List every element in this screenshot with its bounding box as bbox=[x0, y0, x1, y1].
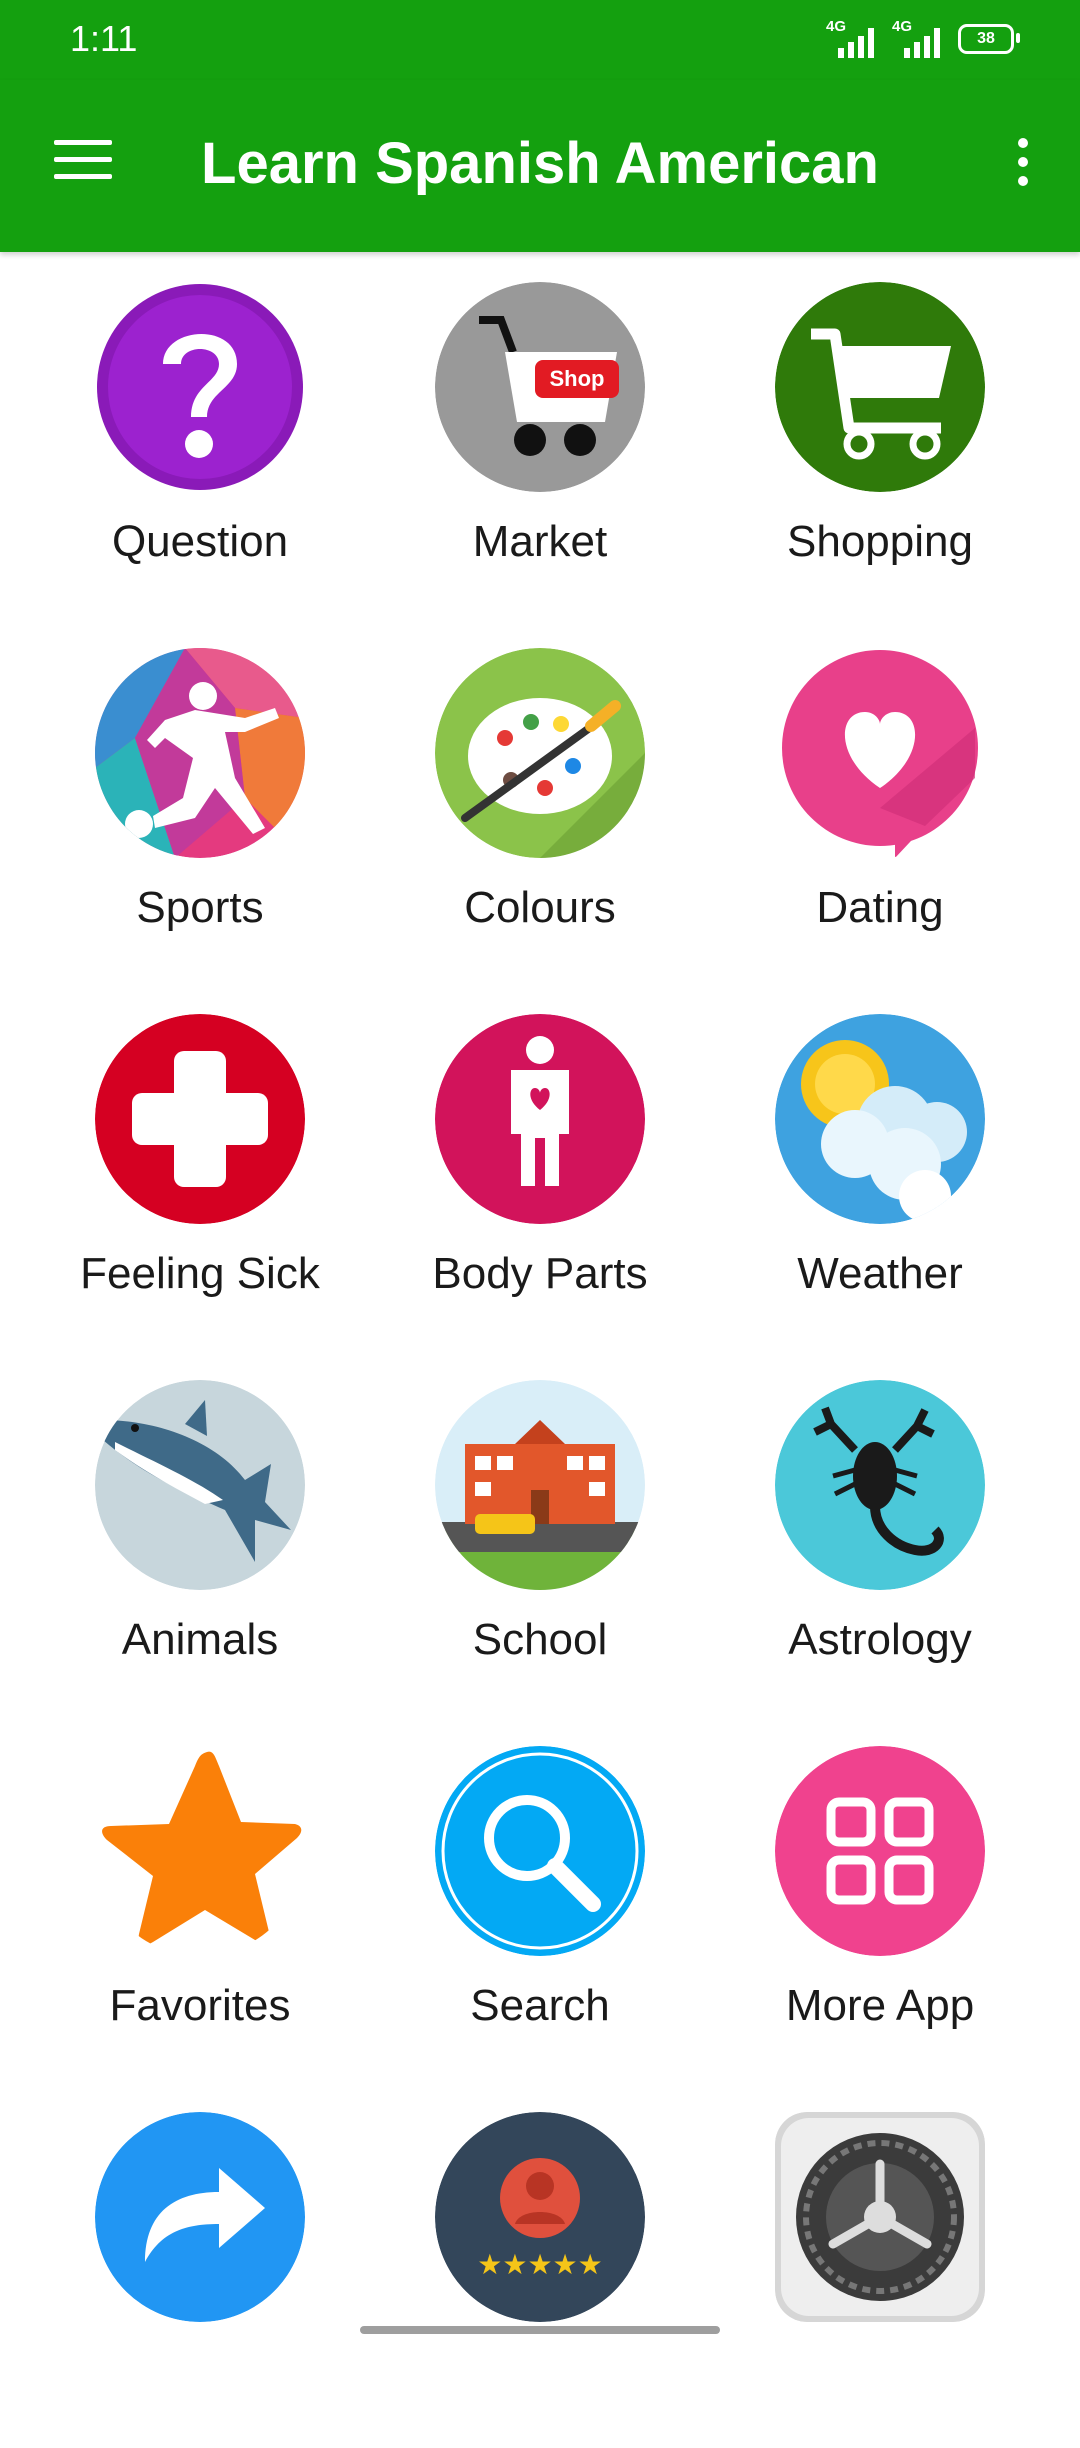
grid-apps-icon bbox=[775, 1746, 985, 1956]
medical-cross-icon bbox=[95, 1014, 305, 1224]
tile-label: Colours bbox=[464, 883, 616, 932]
tile-settings[interactable] bbox=[700, 2082, 1060, 2448]
tile-label: Feeling Sick bbox=[80, 1249, 320, 1298]
tile-feeling-sick[interactable]: Feeling Sick bbox=[20, 984, 380, 1350]
body-figure-icon bbox=[435, 1014, 645, 1224]
tile-label: Search bbox=[470, 1981, 610, 2030]
more-vert-icon[interactable] bbox=[1010, 138, 1036, 194]
settings-gear-icon bbox=[775, 2112, 985, 2322]
app-bar: Learn Spanish American bbox=[0, 80, 1080, 252]
shopping-cart-icon bbox=[775, 282, 985, 492]
status-time: 1:11 bbox=[70, 18, 138, 59]
tile-rate[interactable]: ★★★★★ bbox=[360, 2082, 720, 2448]
status-bar: 1:11 4G 4G 38 bbox=[0, 0, 1080, 80]
tile-share[interactable] bbox=[20, 2082, 380, 2448]
tile-market[interactable]: Shop Market bbox=[360, 252, 720, 618]
signal-icon: 4G bbox=[826, 18, 874, 58]
app-title: Learn Spanish American bbox=[201, 131, 879, 196]
tile-more-app[interactable]: More App bbox=[700, 1716, 1060, 2082]
battery-level: 38 bbox=[977, 30, 995, 47]
tile-label: Animals bbox=[121, 1615, 279, 1664]
tile-label: Sports bbox=[136, 883, 264, 932]
signal-icon: 4G bbox=[892, 18, 940, 58]
tile-astrology[interactable]: Astrology bbox=[700, 1350, 1060, 1716]
scorpion-icon bbox=[775, 1380, 985, 1590]
shop-cart-icon: Shop bbox=[435, 282, 645, 492]
tile-favorites[interactable]: Favorites bbox=[20, 1716, 380, 2082]
magnifier-icon bbox=[435, 1746, 645, 1956]
school-building-icon bbox=[435, 1380, 645, 1590]
heart-chat-icon bbox=[782, 650, 978, 858]
tile-weather[interactable]: Weather bbox=[700, 984, 1060, 1350]
tile-sports[interactable]: Sports bbox=[20, 618, 380, 984]
question-icon bbox=[97, 284, 303, 490]
tile-label: Body Parts bbox=[432, 1249, 648, 1298]
tile-label: Market bbox=[472, 517, 608, 566]
tile-label: Shopping bbox=[787, 517, 973, 566]
status-icons: 4G 4G 38 bbox=[826, 18, 1020, 58]
tile-search[interactable]: Search bbox=[360, 1716, 720, 2082]
rate-user-icon: ★★★★★ bbox=[435, 2112, 645, 2322]
tile-label: More App bbox=[785, 1981, 975, 2030]
tile-label: Favorites bbox=[109, 1981, 291, 2030]
battery-icon: 38 bbox=[958, 24, 1020, 54]
tile-body-parts[interactable]: Body Parts bbox=[360, 984, 720, 1350]
tile-label: School bbox=[472, 1615, 608, 1664]
category-grid: Question Shop Market Shopping Sports Col… bbox=[0, 252, 1080, 2340]
soccer-player-icon bbox=[95, 648, 305, 858]
tile-question[interactable]: Question bbox=[20, 252, 380, 618]
tile-colours[interactable]: Colours bbox=[360, 618, 720, 984]
tile-label: Astrology bbox=[788, 1615, 972, 1664]
star-icon bbox=[102, 1751, 302, 1945]
tile-label: Dating bbox=[816, 883, 944, 932]
shark-icon bbox=[95, 1380, 305, 1590]
tile-school[interactable]: School bbox=[360, 1350, 720, 1716]
home-indicator[interactable] bbox=[360, 2326, 720, 2334]
sun-cloud-icon bbox=[775, 1014, 985, 1224]
tile-dating[interactable]: Dating bbox=[700, 618, 1060, 984]
paint-palette-icon bbox=[435, 648, 645, 858]
svg-text:★★★★★: ★★★★★ bbox=[477, 2248, 603, 2281]
tile-animals[interactable]: Animals bbox=[20, 1350, 380, 1716]
tile-label: Weather bbox=[797, 1249, 963, 1298]
tile-shopping[interactable]: Shopping bbox=[700, 252, 1060, 618]
svg-text:Shop: Shop bbox=[550, 366, 605, 391]
share-arrow-icon bbox=[95, 2112, 305, 2322]
tile-label: Question bbox=[111, 517, 289, 566]
